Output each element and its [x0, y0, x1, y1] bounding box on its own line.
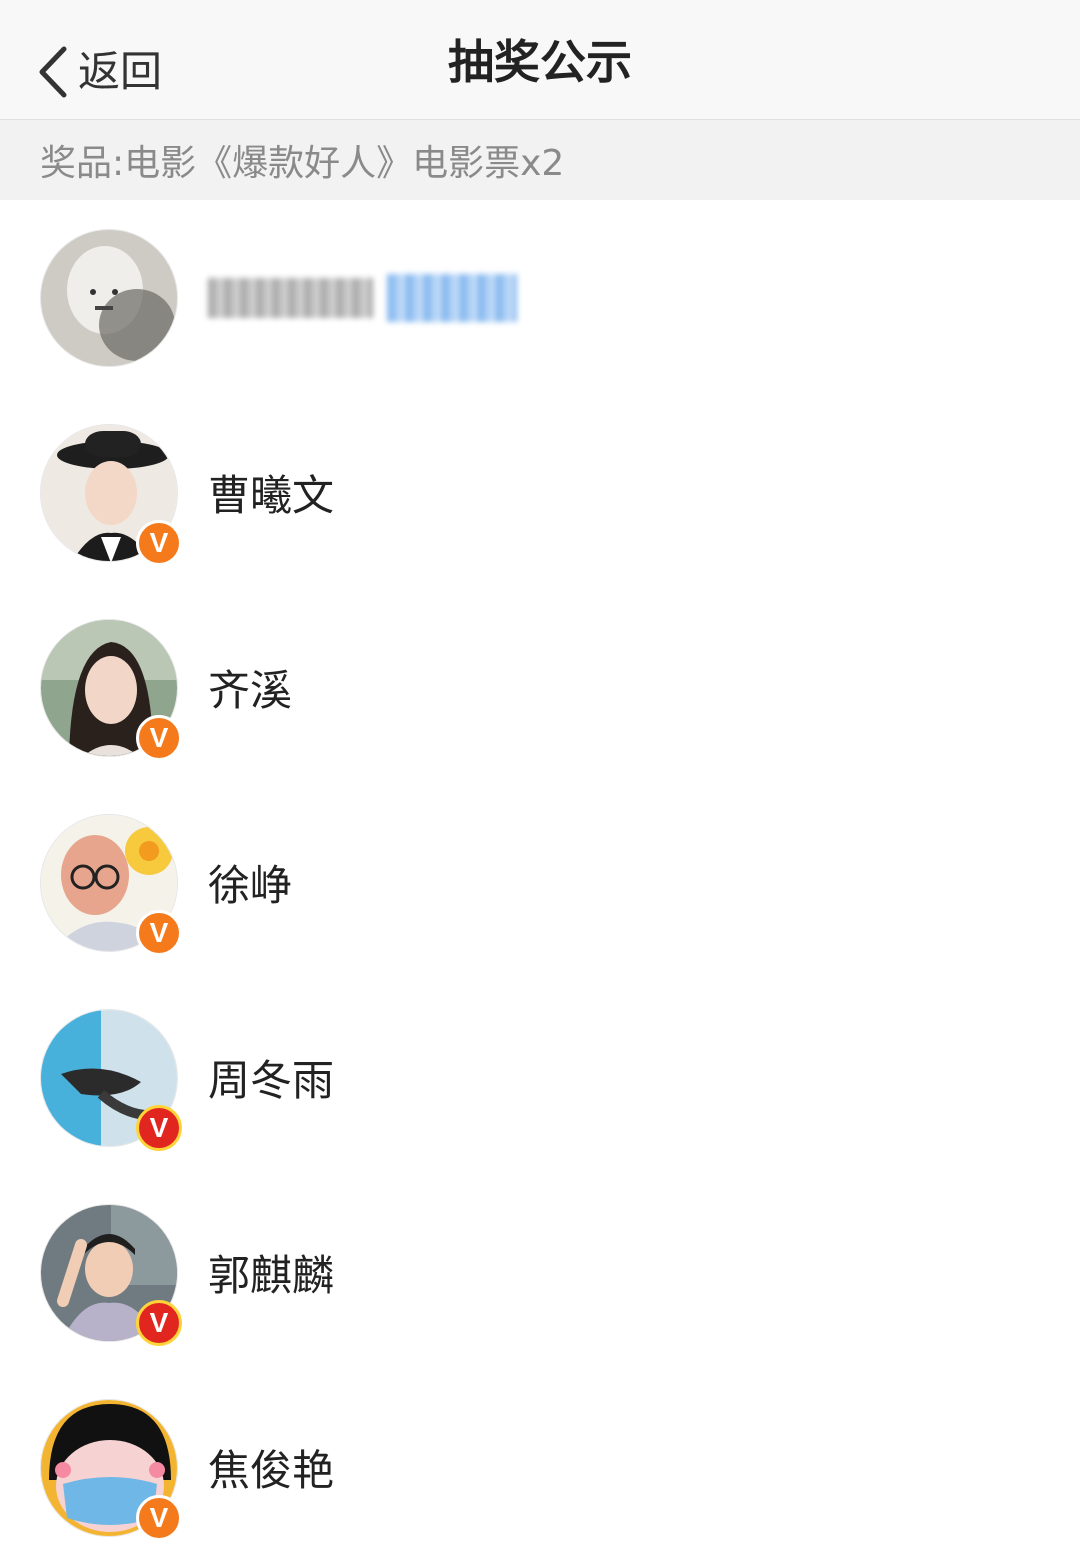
page-title: 抽奖公示 [448, 35, 632, 89]
redacted-avatar [40, 228, 178, 367]
redacted-name [208, 273, 517, 322]
nav-bar: 返回 抽奖公示 [0, 0, 1080, 120]
verified-badge: V [136, 909, 182, 956]
winner-name: 齐溪 [208, 666, 293, 715]
prize-banner: 奖品:电影《爆款好人》电影票x2 [0, 120, 1080, 200]
winner-name: 周冬雨 [208, 1056, 335, 1105]
winner-name: 徐峥 [208, 861, 293, 910]
winner-name: 郭麒麟 [208, 1251, 335, 1300]
avatar[interactable]: V [40, 1008, 182, 1151]
verified-badge: V [136, 1494, 182, 1541]
verified-badge: V [136, 1299, 182, 1346]
verified-badge: V [136, 1104, 182, 1151]
verified-badge: V [136, 714, 182, 761]
avatar[interactable]: V [40, 1203, 182, 1346]
avatar[interactable]: V [40, 618, 182, 761]
verified-badge: V [136, 519, 182, 566]
winner-row[interactable] [0, 200, 1080, 395]
winner-row[interactable]: V 曹曦文 [0, 395, 1080, 590]
winner-row[interactable]: V 齐溪 [0, 590, 1080, 785]
avatar[interactable]: V [40, 423, 182, 566]
avatar[interactable]: V [40, 813, 182, 956]
winner-row[interactable]: V 郭麒麟 [0, 1175, 1080, 1370]
winner-row[interactable]: V 焦俊艳 [0, 1370, 1080, 1565]
winner-row[interactable]: V 周冬雨 [0, 980, 1080, 1175]
winner-row[interactable]: V 徐峥 [0, 785, 1080, 980]
winner-name: 焦俊艳 [208, 1446, 335, 1495]
winner-name: 曹曦文 [208, 471, 335, 520]
prize-text: 奖品:电影《爆款好人》电影票x2 [40, 143, 565, 184]
winner-list: V 曹曦文 V 齐溪 V 徐峥 V 周冬雨 V 郭麒麟 V 焦俊艳 [0, 200, 1080, 1565]
avatar[interactable]: V [40, 1398, 182, 1541]
avatar[interactable] [40, 228, 178, 367]
